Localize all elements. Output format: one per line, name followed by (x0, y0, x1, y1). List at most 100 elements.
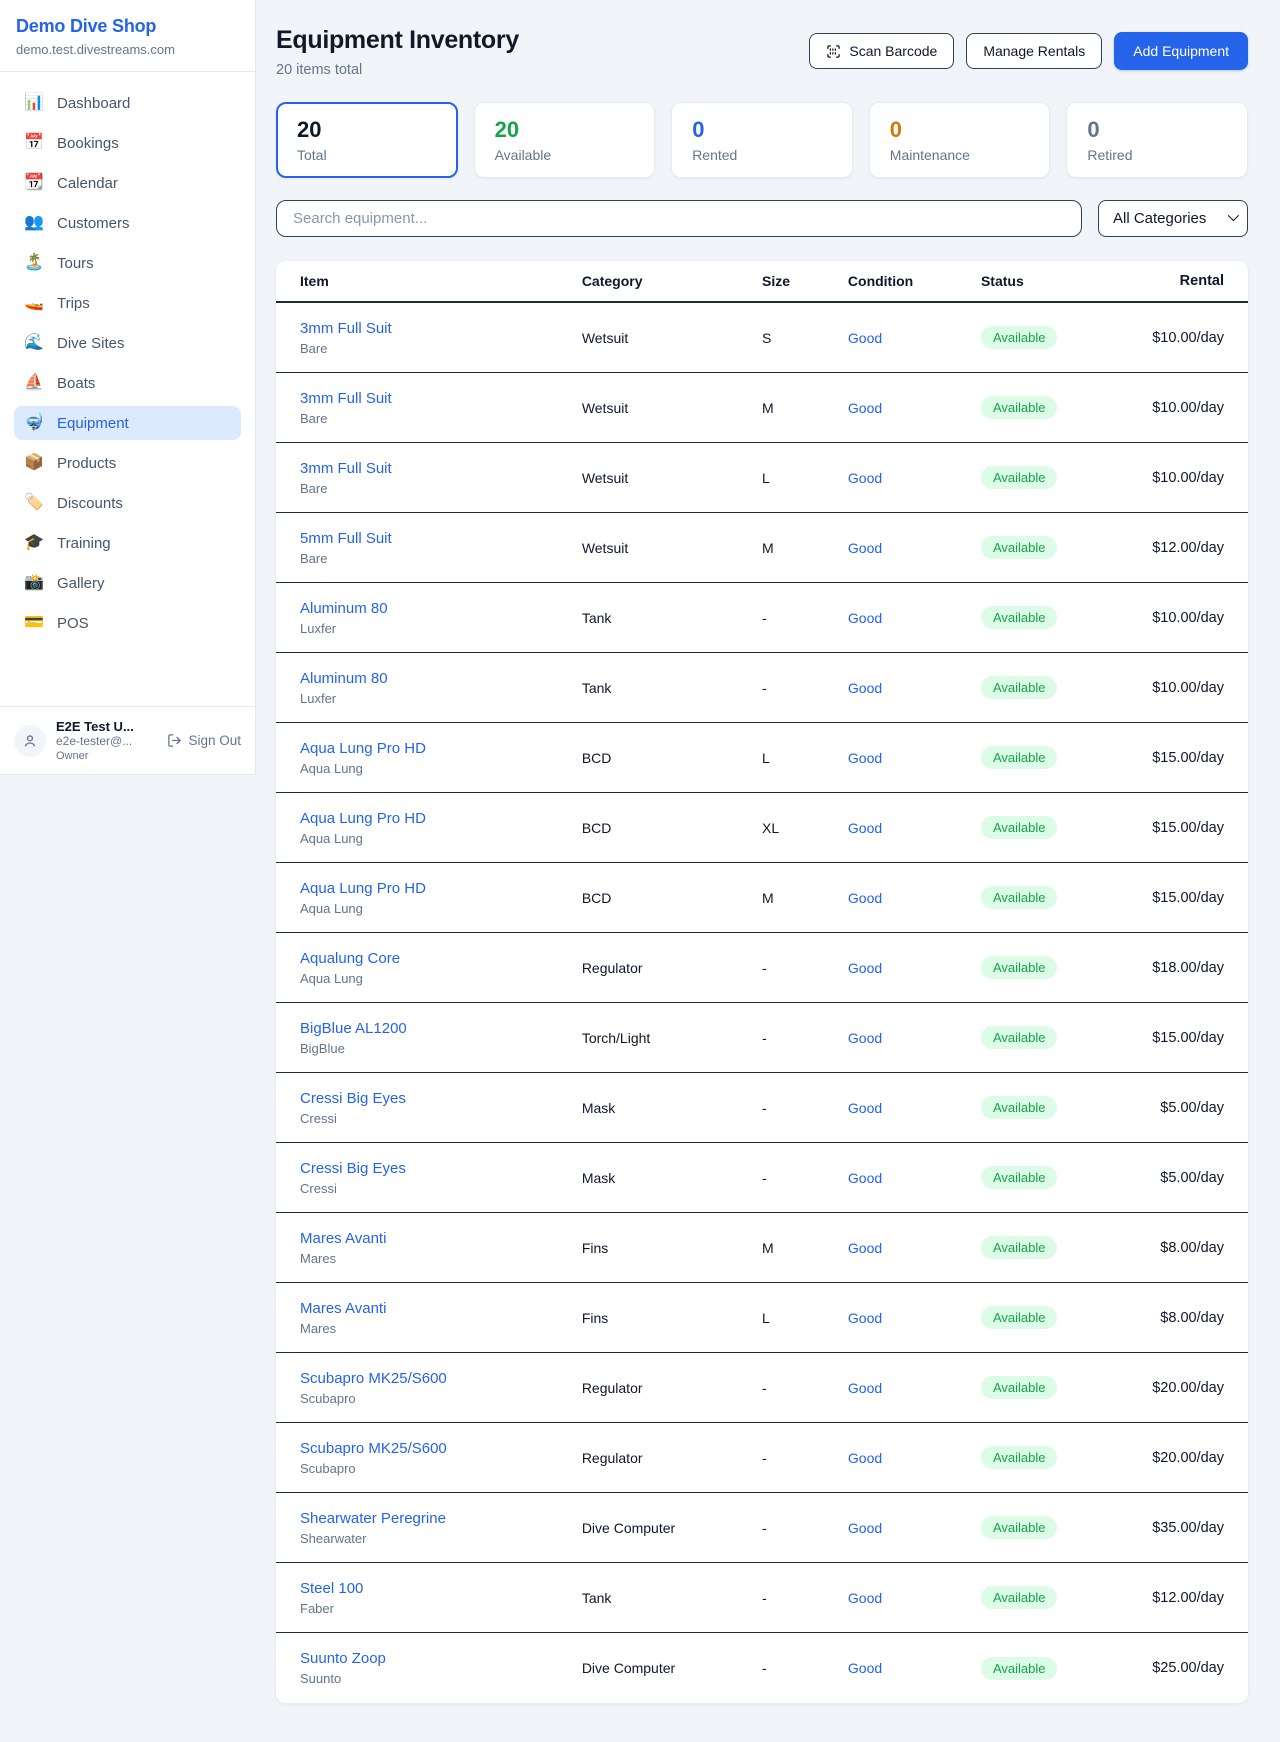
category-select[interactable]: All Categories (1098, 200, 1248, 237)
stat-card-rented[interactable]: 0 Rented (671, 102, 853, 178)
table-row[interactable]: Aluminum 80 Luxfer Tank - Good Available… (276, 653, 1248, 723)
condition-link[interactable]: Good (848, 890, 882, 906)
item-category: Wetsuit (582, 330, 762, 346)
condition-link[interactable]: Good (848, 960, 882, 976)
item-name-link[interactable]: Cressi Big Eyes (300, 1160, 582, 1177)
item-category: BCD (582, 890, 762, 906)
item-name-link[interactable]: 5mm Full Suit (300, 530, 582, 547)
condition-link[interactable]: Good (848, 610, 882, 626)
table-row[interactable]: Aqua Lung Pro HD Aqua Lung BCD M Good Av… (276, 863, 1248, 933)
item-name-link[interactable]: BigBlue AL1200 (300, 1020, 582, 1037)
sidebar-item-dashboard[interactable]: 📊 Dashboard (14, 86, 241, 120)
table-row[interactable]: Aqua Lung Pro HD Aqua Lung BCD L Good Av… (276, 723, 1248, 793)
table-row[interactable]: Shearwater Peregrine Shearwater Dive Com… (276, 1493, 1248, 1563)
condition-link[interactable]: Good (848, 540, 882, 556)
sidebar-item-calendar[interactable]: 📆 Calendar (14, 166, 241, 200)
item-name-link[interactable]: Cressi Big Eyes (300, 1090, 582, 1107)
table-row[interactable]: BigBlue AL1200 BigBlue Torch/Light - Goo… (276, 1003, 1248, 1073)
sidebar-item-products[interactable]: 📦 Products (14, 446, 241, 480)
table-row[interactable]: Aluminum 80 Luxfer Tank - Good Available… (276, 583, 1248, 653)
condition-link[interactable]: Good (848, 680, 882, 696)
item-name-link[interactable]: 3mm Full Suit (300, 320, 582, 337)
sidebar-item-boats[interactable]: ⛵ Boats (14, 366, 241, 400)
condition-link[interactable]: Good (848, 1450, 882, 1466)
item-size: - (762, 610, 848, 626)
condition-link[interactable]: Good (848, 1660, 882, 1676)
item-name-link[interactable]: Steel 100 (300, 1580, 582, 1597)
table-row[interactable]: Mares Avanti Mares Fins L Good Available… (276, 1283, 1248, 1353)
condition-link[interactable]: Good (848, 1240, 882, 1256)
add-equipment-button[interactable]: Add Equipment (1114, 32, 1248, 70)
calendar-date-icon: 📅 (24, 133, 44, 153)
sidebar-item-pos[interactable]: 💳 POS (14, 606, 241, 640)
table-row[interactable]: Aqua Lung Pro HD Aqua Lung BCD XL Good A… (276, 793, 1248, 863)
table-row[interactable]: Aqualung Core Aqua Lung Regulator - Good… (276, 933, 1248, 1003)
item-category: Fins (582, 1310, 762, 1326)
item-name-link[interactable]: Mares Avanti (300, 1230, 582, 1247)
sidebar-item-label: POS (57, 615, 89, 632)
table-row[interactable]: 3mm Full Suit Bare Wetsuit S Good Availa… (276, 303, 1248, 373)
item-name-link[interactable]: Suunto Zoop (300, 1650, 582, 1667)
item-name-link[interactable]: Scubapro MK25/S600 (300, 1440, 582, 1457)
item-name-link[interactable]: Aluminum 80 (300, 670, 582, 687)
brand-name[interactable]: Demo Dive Shop (16, 16, 239, 37)
manage-rentals-button[interactable]: Manage Rentals (966, 33, 1102, 69)
sidebar-item-tours[interactable]: 🏝️ Tours (14, 246, 241, 280)
sign-out-button[interactable]: Sign Out (167, 733, 241, 748)
condition-link[interactable]: Good (848, 1170, 882, 1186)
item-category: Wetsuit (582, 540, 762, 556)
item-name-link[interactable]: Scubapro MK25/S600 (300, 1370, 582, 1387)
item-size: - (762, 1660, 848, 1676)
table-row[interactable]: Scubapro MK25/S600 Scubapro Regulator - … (276, 1353, 1248, 1423)
table-row[interactable]: Scubapro MK25/S600 Scubapro Regulator - … (276, 1423, 1248, 1493)
stat-card-available[interactable]: 20 Available (474, 102, 656, 178)
condition-link[interactable]: Good (848, 400, 882, 416)
scan-barcode-button[interactable]: Scan Barcode (809, 33, 954, 69)
table-row[interactable]: Cressi Big Eyes Cressi Mask - Good Avail… (276, 1143, 1248, 1213)
sidebar-item-dive-sites[interactable]: 🌊 Dive Sites (14, 326, 241, 360)
item-name-link[interactable]: Aluminum 80 (300, 600, 582, 617)
item-name-link[interactable]: Shearwater Peregrine (300, 1510, 582, 1527)
condition-link[interactable]: Good (848, 1100, 882, 1116)
table-row[interactable]: 3mm Full Suit Bare Wetsuit L Good Availa… (276, 443, 1248, 513)
table-row[interactable]: Mares Avanti Mares Fins M Good Available… (276, 1213, 1248, 1283)
stat-card-total[interactable]: 20 Total (276, 102, 458, 178)
item-brand: Scubapro (300, 1461, 582, 1476)
stat-card-maintenance[interactable]: 0 Maintenance (869, 102, 1051, 178)
status-badge: Available (981, 1096, 1058, 1119)
sidebar-item-training[interactable]: 🎓 Training (14, 526, 241, 560)
sidebar-item-bookings[interactable]: 📅 Bookings (14, 126, 241, 160)
condition-link[interactable]: Good (848, 470, 882, 486)
status-badge: Available (981, 1446, 1058, 1469)
item-name-link[interactable]: Aqualung Core (300, 950, 582, 967)
sidebar-item-trips[interactable]: 🚤 Trips (14, 286, 241, 320)
sidebar-item-equipment[interactable]: 🤿 Equipment (14, 406, 241, 440)
table-row[interactable]: Suunto Zoop Suunto Dive Computer - Good … (276, 1633, 1248, 1703)
sidebar-item-gallery[interactable]: 📸 Gallery (14, 566, 241, 600)
credit-card-icon: 💳 (24, 613, 44, 633)
item-name-link[interactable]: 3mm Full Suit (300, 390, 582, 407)
table-row[interactable]: 3mm Full Suit Bare Wetsuit M Good Availa… (276, 373, 1248, 443)
table-row[interactable]: 5mm Full Suit Bare Wetsuit M Good Availa… (276, 513, 1248, 583)
search-input[interactable] (276, 200, 1082, 237)
item-name-link[interactable]: Aqua Lung Pro HD (300, 810, 582, 827)
item-name-link[interactable]: 3mm Full Suit (300, 460, 582, 477)
condition-link[interactable]: Good (848, 1590, 882, 1606)
sidebar-item-customers[interactable]: 👥 Customers (14, 206, 241, 240)
item-category: BCD (582, 820, 762, 836)
condition-link[interactable]: Good (848, 820, 882, 836)
condition-link[interactable]: Good (848, 1030, 882, 1046)
item-name-link[interactable]: Mares Avanti (300, 1300, 582, 1317)
condition-link[interactable]: Good (848, 330, 882, 346)
item-name-link[interactable]: Aqua Lung Pro HD (300, 740, 582, 757)
condition-link[interactable]: Good (848, 1310, 882, 1326)
condition-link[interactable]: Good (848, 750, 882, 766)
table-row[interactable]: Steel 100 Faber Tank - Good Available $1… (276, 1563, 1248, 1633)
sidebar-item-discounts[interactable]: 🏷️ Discounts (14, 486, 241, 520)
condition-link[interactable]: Good (848, 1380, 882, 1396)
table-row[interactable]: Cressi Big Eyes Cressi Mask - Good Avail… (276, 1073, 1248, 1143)
stat-card-retired[interactable]: 0 Retired (1066, 102, 1248, 178)
equipment-table: Item Category Size Condition Status Rent… (276, 261, 1248, 1703)
item-name-link[interactable]: Aqua Lung Pro HD (300, 880, 582, 897)
condition-link[interactable]: Good (848, 1520, 882, 1536)
